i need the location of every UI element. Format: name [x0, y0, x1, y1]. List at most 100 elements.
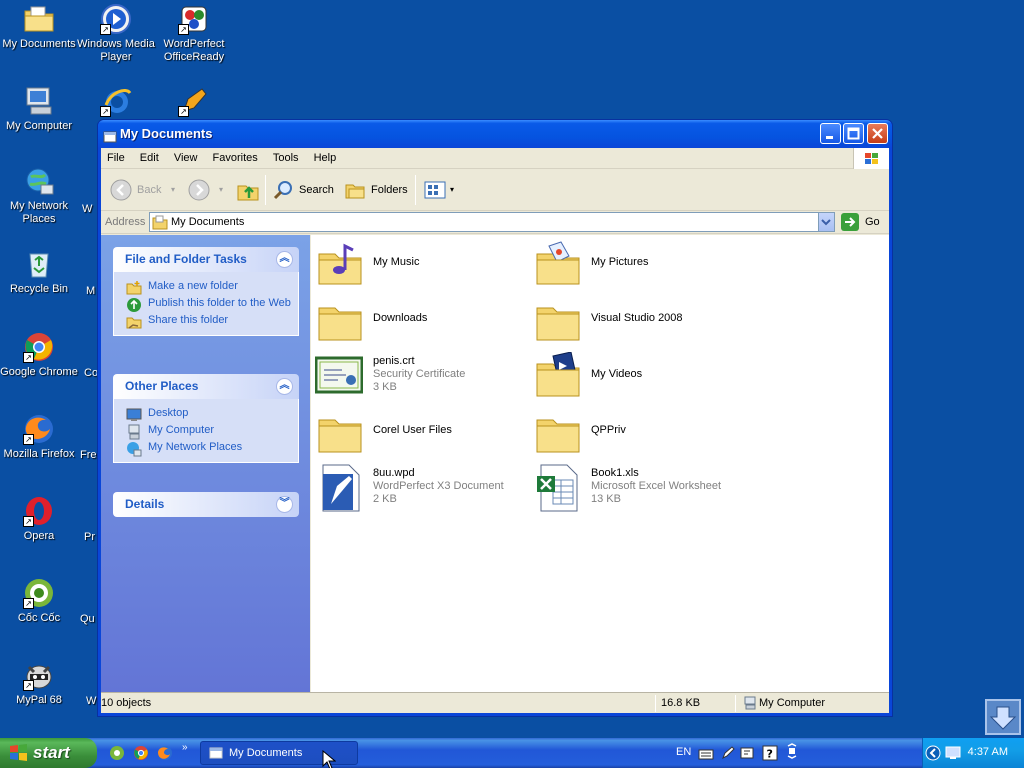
input-options-icon[interactable]: [740, 745, 756, 761]
display-icon[interactable]: [945, 745, 961, 761]
task-label: My Documents: [229, 747, 303, 759]
file-item[interactable]: Book1.xls Microsoft Excel Worksheet 13 K…: [535, 464, 745, 514]
place-my-network-places[interactable]: My Network Places: [114, 439, 298, 457]
download-arrow-icon[interactable]: [985, 699, 1021, 735]
media-player-icon: ↗: [100, 3, 132, 35]
firefox-icon[interactable]: [157, 745, 173, 761]
collapse-chevron-icon[interactable]: ︽: [276, 378, 293, 395]
menu-favorites[interactable]: Favorites: [207, 148, 264, 164]
options-arrow-icon[interactable]: [784, 743, 800, 759]
panel-title: File and Folder Tasks: [125, 252, 247, 266]
desktop-icon-google-chrome[interactable]: ↗ Google Chrome: [0, 331, 78, 379]
language-indicator[interactable]: EN: [676, 746, 691, 758]
back-button[interactable]: Back ▾: [107, 177, 175, 203]
share-folder-icon: [126, 317, 142, 329]
address-value: My Documents: [171, 216, 245, 228]
tray-collapse-chevron-icon[interactable]: [925, 745, 941, 761]
desktop-icon-wordperfect-officeready[interactable]: ↗ WordPerfect OfficeReady: [155, 3, 233, 64]
window-title: My Documents: [120, 126, 213, 141]
taskbar: start » My Documents EN ? 4:37 AM: [0, 738, 1024, 768]
views-button[interactable]: ▾: [423, 177, 459, 203]
file-item[interactable]: 8uu.wpd WordPerfect X3 Document 2 KB: [317, 464, 527, 514]
minimize-button[interactable]: [820, 123, 841, 144]
shortcut-arrow-icon: ↗: [100, 106, 111, 117]
file-item[interactable]: Visual Studio 2008: [535, 296, 745, 346]
file-name: My Videos: [591, 368, 643, 380]
file-size: 3 KB: [373, 381, 397, 393]
file-item[interactable]: My Music: [317, 240, 527, 290]
panel-header[interactable]: Details ︾: [113, 492, 299, 517]
expand-chevron-icon[interactable]: ︾: [276, 496, 293, 513]
up-folder-button[interactable]: [235, 177, 261, 203]
menu-file[interactable]: File: [101, 148, 131, 164]
desktop-icon-internet-explorer[interactable]: ↗: [77, 85, 155, 120]
recycle-bin-icon: [23, 248, 55, 280]
desktop-icon-my-network-places[interactable]: My Network Places: [0, 165, 78, 226]
keyboard-icon[interactable]: [698, 746, 714, 762]
address-label: Address: [105, 216, 146, 228]
desktop-icon-wordperfect[interactable]: ↗: [155, 85, 233, 120]
menu-help[interactable]: Help: [308, 148, 343, 164]
window-titlebar[interactable]: My Documents: [98, 120, 892, 148]
mouse-cursor-icon: [322, 750, 336, 768]
panel-header[interactable]: File and Folder Tasks ︽: [113, 247, 299, 272]
desktop-icon-label: My Computer: [5, 120, 73, 132]
desktop-icon-opera[interactable]: ↗ Opera: [0, 495, 78, 543]
desktop-icon-coc-coc[interactable]: ↗ Cốc Cốc: [0, 577, 78, 625]
file-name: My Music: [373, 256, 420, 268]
desktop-icon-my-computer[interactable]: My Computer: [0, 85, 78, 133]
new-folder-icon: [126, 281, 142, 295]
help-icon[interactable]: ?: [762, 745, 778, 761]
file-item[interactable]: Downloads: [317, 296, 527, 346]
clock[interactable]: 4:37 AM: [968, 746, 1008, 758]
task-label: Make a new folder: [148, 280, 238, 292]
chrome-icon[interactable]: [133, 745, 149, 761]
desktop-icon-mypal[interactable]: ↗ MyPal 68: [0, 659, 78, 707]
maximize-button[interactable]: [843, 123, 864, 144]
search-icon: [273, 181, 292, 200]
computer-icon: [744, 696, 756, 710]
desktop-icon-my-documents[interactable]: My Documents: [0, 3, 78, 51]
file-list: My Music My Pictures Downloads Visual St…: [311, 235, 889, 692]
task-make-new-folder[interactable]: Make a new folder: [114, 278, 298, 295]
start-label: start: [33, 743, 70, 762]
task-publish-to-web[interactable]: Publish this folder to the Web: [114, 295, 298, 312]
panel-title: Details: [125, 497, 165, 511]
place-desktop[interactable]: Desktop: [114, 405, 298, 422]
back-dropdown-icon[interactable]: ▾: [171, 177, 175, 203]
file-item[interactable]: penis.crt Security Certificate 3 KB: [315, 352, 525, 402]
coccoc-icon[interactable]: [109, 745, 125, 761]
address-field[interactable]: My Documents: [149, 212, 835, 232]
desktop-icon-mozilla-firefox[interactable]: ↗ Mozilla Firefox: [0, 413, 78, 461]
collapse-chevron-icon[interactable]: ︽: [276, 251, 293, 268]
status-location: My Computer: [759, 697, 826, 709]
file-item[interactable]: My Pictures: [535, 240, 745, 290]
menu-edit[interactable]: Edit: [134, 148, 165, 164]
desktop-icon-label: Recycle Bin: [9, 283, 69, 295]
pen-tool-icon[interactable]: [720, 745, 736, 761]
shortcut-arrow-icon: ↗: [178, 24, 189, 35]
file-item[interactable]: Corel User Files: [317, 408, 527, 458]
desktop-icon-windows-media-player[interactable]: ↗ Windows Media Player: [77, 3, 155, 64]
desktop-icon-recycle-bin[interactable]: Recycle Bin: [0, 248, 78, 296]
quicklaunch-more-icon[interactable]: »: [182, 742, 188, 753]
menu-tools[interactable]: Tools: [267, 148, 305, 164]
menu-view[interactable]: View: [168, 148, 204, 164]
search-button[interactable]: Search: [271, 177, 337, 203]
place-my-computer[interactable]: My Computer: [114, 422, 298, 440]
file-name: QPPriv: [591, 424, 626, 436]
task-label: Publish this folder to the Web: [148, 297, 291, 309]
task-share-folder[interactable]: Share this folder: [114, 312, 298, 329]
start-button[interactable]: start: [0, 738, 97, 768]
address-dropdown-button[interactable]: [818, 213, 834, 231]
forward-dropdown-icon[interactable]: ▾: [219, 177, 223, 203]
file-item[interactable]: My Videos: [535, 352, 745, 402]
close-button[interactable]: [867, 123, 888, 144]
file-name: Downloads: [373, 312, 428, 324]
folders-button[interactable]: Folders: [343, 177, 413, 203]
file-type: Microsoft Excel Worksheet: [591, 480, 722, 492]
folder-window-icon: [103, 126, 117, 143]
forward-button[interactable]: ▾: [185, 177, 225, 203]
file-item[interactable]: QPPriv: [535, 408, 745, 458]
panel-header[interactable]: Other Places ︽: [113, 374, 299, 399]
